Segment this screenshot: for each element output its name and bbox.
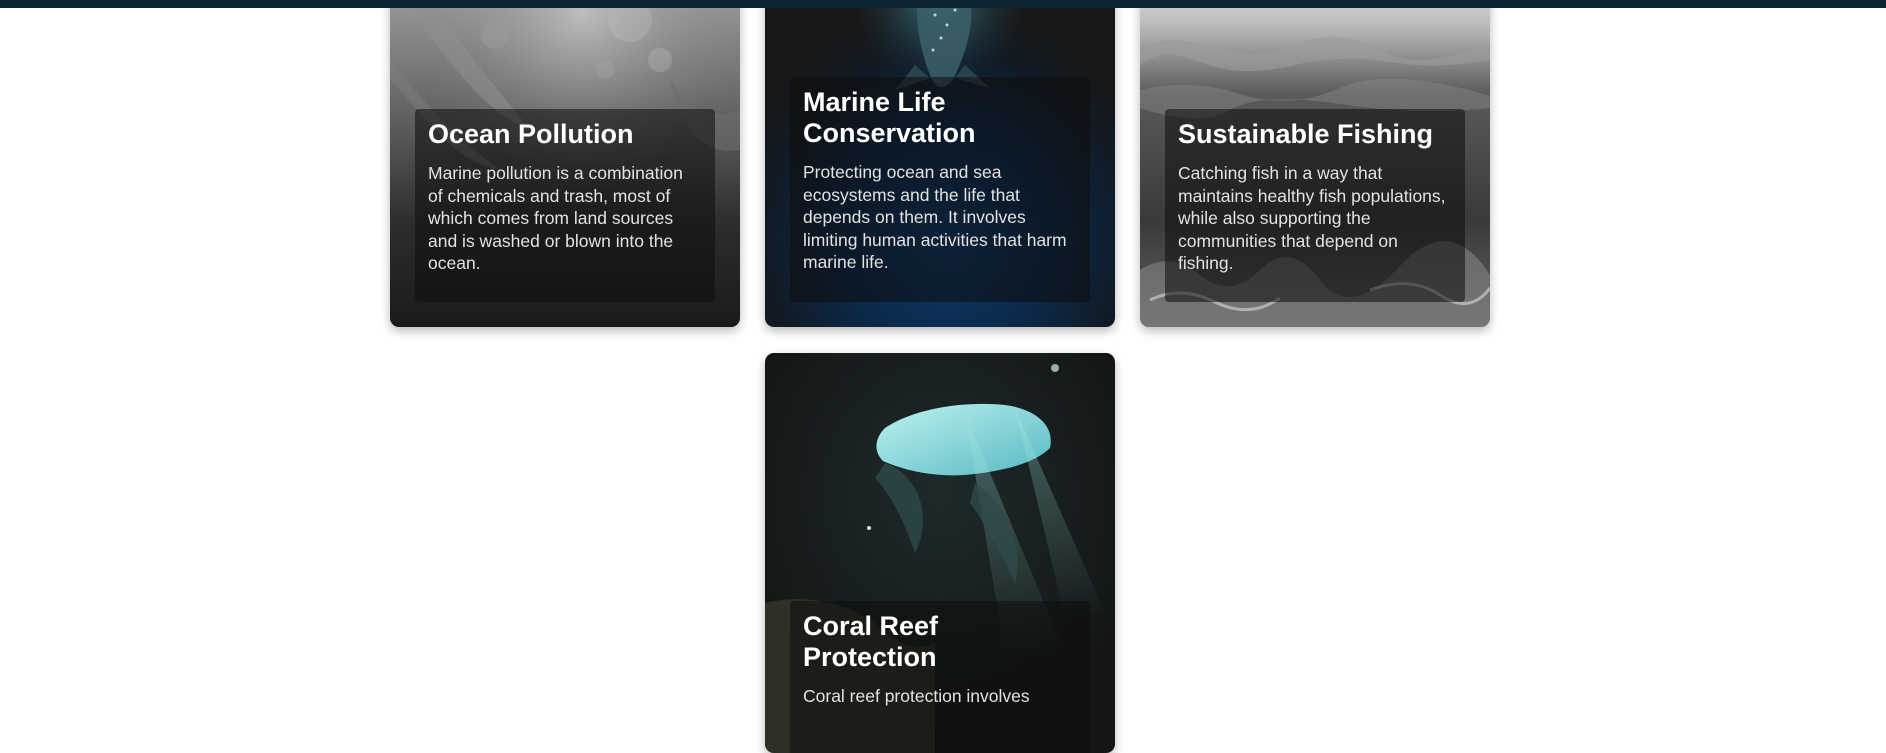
card-text-panel: Sustainable Fishing Catching fish in a w… xyxy=(1165,109,1465,302)
topic-card-sustainable-fishing[interactable]: Sustainable Fishing Catching fish in a w… xyxy=(1140,0,1490,327)
card-description: Catching fish in a way that maintains he… xyxy=(1178,163,1446,273)
card-description: Coral reef protection involves xyxy=(803,686,1030,706)
card-title: Ocean Pollution xyxy=(428,119,634,149)
card-text-panel: Coral Reef Protection Coral reef protect… xyxy=(790,601,1090,753)
card-title: Coral Reef Protection xyxy=(803,611,939,672)
topic-card-coral-reef-protection[interactable]: Coral Reef Protection Coral reef protect… xyxy=(765,353,1115,753)
card-title: Sustainable Fishing xyxy=(1178,119,1434,149)
top-navigation-bar xyxy=(0,0,1886,8)
card-description: Protecting ocean and sea ecosystems and … xyxy=(803,162,1067,272)
card-text-panel: Ocean Pollution Marine pollution is a co… xyxy=(415,109,715,302)
card-description: Marine pollution is a combination of che… xyxy=(428,163,683,273)
topic-card-marine-life-conservation[interactable]: Marine Life Conservation Protecting ocea… xyxy=(765,0,1115,327)
card-text-panel: Marine Life Conservation Protecting ocea… xyxy=(790,77,1090,302)
card-title: Marine Life Conservation xyxy=(803,87,976,148)
topic-card-ocean-pollution[interactable]: Ocean Pollution Marine pollution is a co… xyxy=(390,0,740,327)
